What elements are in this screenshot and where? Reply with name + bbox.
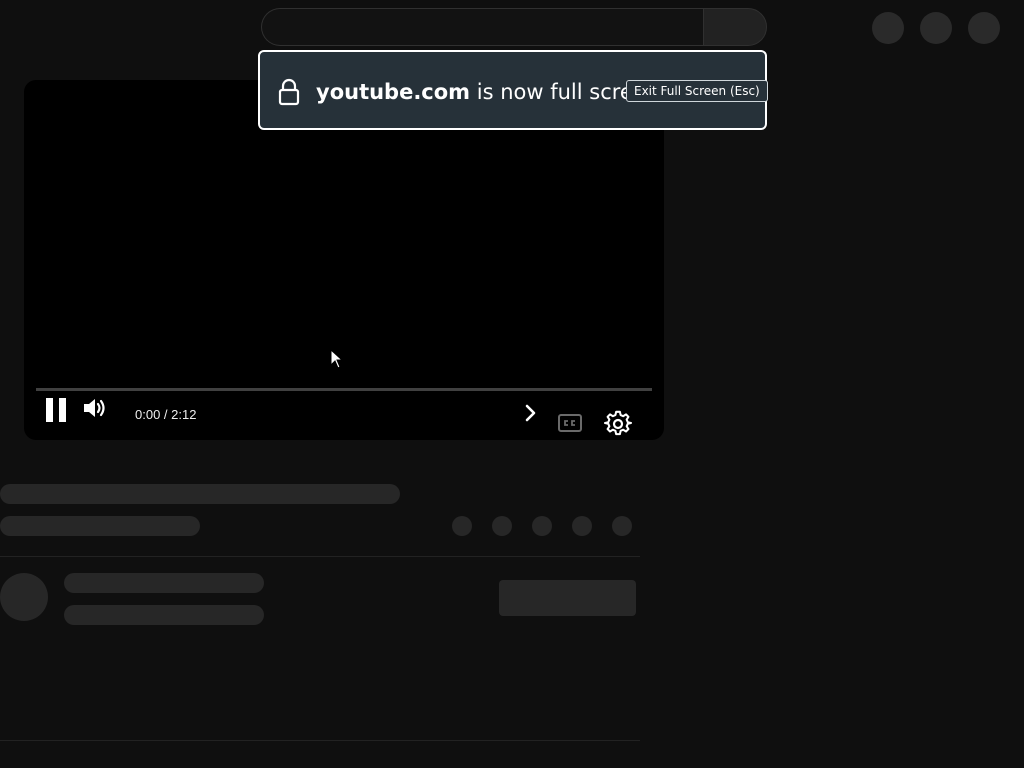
progress-bar[interactable]: [36, 388, 652, 391]
avatar-placeholder[interactable]: [968, 12, 1000, 44]
action-placeholder: [492, 516, 512, 536]
header-icon-placeholder[interactable]: [872, 12, 904, 44]
fullscreen-notification: youtube.com is now full screen Exit Full…: [258, 50, 768, 130]
channel-name-placeholder: [64, 573, 264, 593]
volume-icon[interactable]: [82, 396, 110, 420]
pause-button[interactable]: [44, 394, 68, 426]
divider: [0, 740, 640, 741]
action-placeholder: [572, 516, 592, 536]
pause-icon: [46, 398, 53, 422]
action-placeholder: [452, 516, 472, 536]
gear-icon[interactable]: [604, 410, 632, 438]
mouse-cursor-icon: [330, 349, 344, 369]
channel-info-placeholder: [64, 605, 264, 625]
lock-icon: [278, 78, 300, 106]
chevron-right-icon[interactable]: [522, 402, 538, 424]
search-button[interactable]: [703, 8, 767, 46]
video-player[interactable]: 0:00 / 2:12: [24, 80, 664, 440]
exit-fullscreen-button[interactable]: Exit Full Screen (Esc): [626, 80, 768, 102]
closed-captions-icon[interactable]: [558, 414, 582, 432]
divider: [0, 556, 640, 557]
pause-icon-bar: [59, 398, 66, 422]
fullscreen-domain: youtube.com: [316, 80, 471, 104]
title-placeholder: [0, 484, 400, 504]
channel-avatar-placeholder: [0, 573, 48, 621]
action-placeholder: [532, 516, 552, 536]
search-input[interactable]: [261, 8, 703, 46]
action-placeholder: [612, 516, 632, 536]
subtitle-placeholder: [0, 516, 200, 536]
fullscreen-message: youtube.com is now full screen: [316, 80, 659, 104]
subscribe-button-placeholder: [499, 580, 636, 616]
time-display: 0:00 / 2:12: [135, 407, 197, 422]
header-icon-placeholder[interactable]: [920, 12, 952, 44]
